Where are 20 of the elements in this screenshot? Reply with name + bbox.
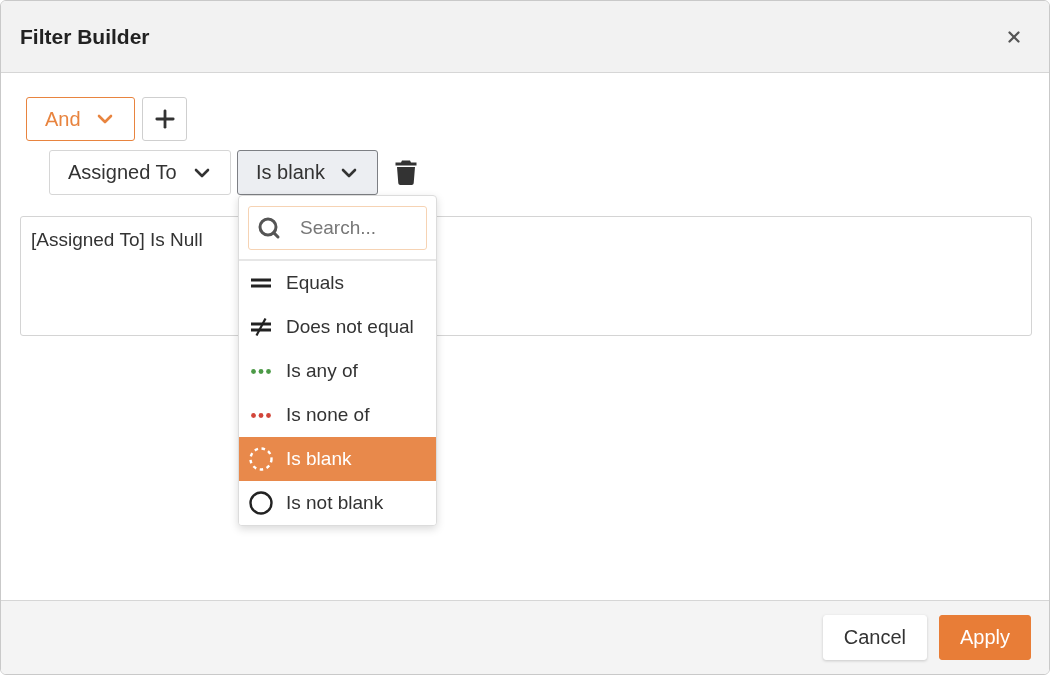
- not-equal-sign-icon: [251, 318, 271, 336]
- equals-sign-icon: [251, 278, 271, 288]
- menu-item[interactable]: Does not equal: [239, 305, 436, 349]
- menu-item[interactable]: Equals: [239, 261, 436, 305]
- dashed-circle-icon: [249, 447, 273, 471]
- add-condition-button[interactable]: [142, 97, 187, 141]
- dialog-title: Filter Builder: [20, 24, 150, 49]
- search-icon: [257, 216, 281, 240]
- menu-item[interactable]: Is any of: [239, 349, 436, 393]
- menu-item[interactable]: Is none of: [239, 393, 436, 437]
- cancel-button[interactable]: Cancel: [822, 615, 927, 660]
- operation-dropdown[interactable]: Is blank: [237, 150, 378, 195]
- trash-icon: [395, 160, 417, 185]
- circle-icon: [249, 491, 273, 515]
- menu-item[interactable]: Is not blank: [239, 481, 436, 525]
- three-dots-icon: [251, 412, 271, 418]
- delete-condition-button[interactable]: [395, 160, 417, 185]
- search-field[interactable]: Search...: [248, 206, 427, 250]
- field-dropdown[interactable]: Assigned To: [49, 150, 231, 195]
- three-dots-icon: [251, 368, 271, 374]
